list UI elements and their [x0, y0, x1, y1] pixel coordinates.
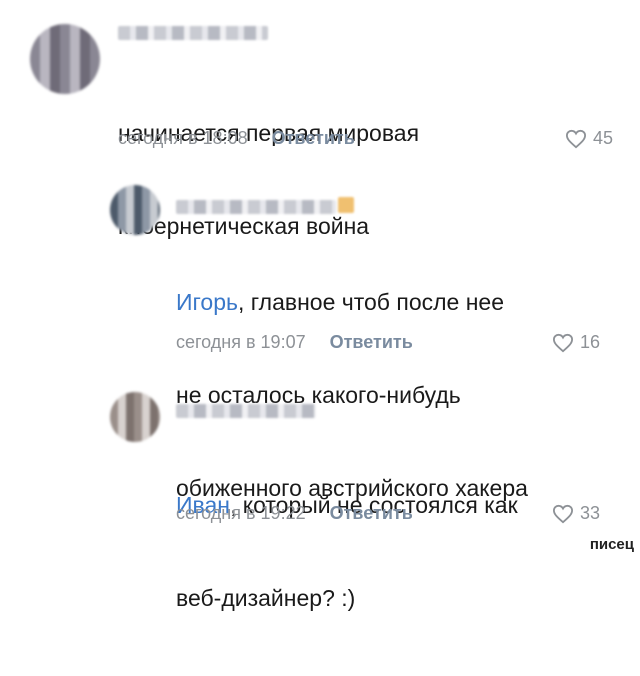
heart-icon [565, 129, 587, 148]
like-button[interactable]: 45 [565, 128, 613, 149]
mention-link[interactable]: Игорь [176, 289, 238, 315]
comment-2: Игорь, главное чтоб после нее не осталос… [0, 170, 640, 501]
comment-meta: сегодня в 19:07 Ответить [176, 332, 413, 353]
like-count: 45 [593, 128, 614, 148]
watermark: писец [589, 536, 634, 553]
timestamp: сегодня в 19:22 [176, 503, 306, 523]
comment-meta: сегодня в 19:22 Ответить [176, 503, 413, 524]
heart-icon [552, 333, 574, 352]
timestamp: сегодня в 18:08 [118, 128, 248, 148]
avatar[interactable] [110, 392, 160, 442]
reply-button[interactable]: Ответить [330, 503, 413, 524]
heart-icon [552, 504, 574, 523]
comment-1: начинается первая мировая кибернетическа… [0, 0, 640, 239]
author-name-blurred[interactable] [176, 197, 354, 214]
timestamp: сегодня в 19:07 [176, 332, 306, 352]
comment-3: Иван, который не состоялся как веб-дизай… [0, 380, 640, 611]
reply-button[interactable]: Ответить [330, 332, 413, 353]
like-count: 16 [580, 332, 601, 352]
author-name-blurred[interactable] [176, 404, 316, 418]
avatar[interactable] [30, 24, 100, 94]
comment-meta: сегодня в 18:08 Ответить [118, 128, 355, 149]
comment-text: Иван, который не состоялся как веб-дизай… [176, 492, 518, 611]
like-count: 33 [580, 503, 601, 523]
author-name-blurred[interactable] [118, 26, 268, 40]
like-button[interactable]: 16 [552, 332, 600, 353]
avatar[interactable] [110, 185, 160, 235]
like-button[interactable]: 33 [552, 503, 600, 524]
reply-button[interactable]: Ответить [272, 128, 355, 149]
